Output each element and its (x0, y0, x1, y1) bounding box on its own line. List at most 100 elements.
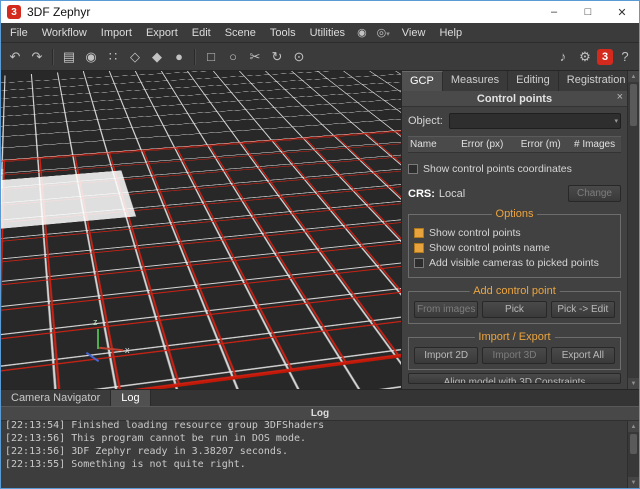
show-control-points-name-label: Show control points name (429, 242, 550, 254)
camera-menu-icon[interactable]: ◉ (352, 26, 372, 39)
control-points-list[interactable] (408, 153, 621, 160)
scroll-down-icon[interactable]: ▼ (628, 477, 639, 488)
scroll-up-icon[interactable]: ▲ (628, 71, 639, 82)
undo-icon[interactable]: ↶ (5, 47, 25, 67)
menu-export[interactable]: Export (139, 25, 185, 41)
tab-camera-navigator[interactable]: Camera Navigator (1, 390, 111, 406)
show-control-points-label: Show control points (429, 227, 521, 239)
right-panel: GCP Measures Editing Registration Contro… (401, 71, 639, 389)
menu-file[interactable]: File (3, 25, 35, 41)
column-error-px[interactable]: Error (px) (459, 139, 519, 150)
show-control-points-name-checkbox[interactable] (414, 243, 424, 253)
import-export-groupbox: Import / Export Import 2D Import 3D Expo… (408, 337, 621, 370)
change-crs-button[interactable]: Change (568, 185, 621, 202)
right-panel-scrollbar[interactable]: ▲ ▼ (627, 71, 639, 389)
tab-registration[interactable]: Registration (559, 71, 635, 91)
show-control-points-checkbox[interactable] (414, 228, 424, 238)
axis-gizmo: z x (79, 317, 129, 363)
tab-editing[interactable]: Editing (508, 71, 559, 91)
redo-icon[interactable]: ↷ (27, 47, 47, 67)
object-row: Object: ▾ (408, 113, 621, 129)
menu-edit[interactable]: Edit (185, 25, 218, 41)
magnifier-glyph: ◎ (377, 27, 387, 39)
mesh-icon[interactable]: ◇ (125, 47, 145, 67)
sound-icon[interactable]: ♪ (553, 47, 573, 67)
column-name[interactable]: Name (408, 139, 459, 150)
control-points-header: Control points × (402, 91, 627, 107)
cameras-icon[interactable]: ◉ (81, 47, 101, 67)
maximize-button[interactable]: □ (571, 1, 605, 23)
sphere-icon[interactable]: ● (169, 47, 189, 67)
textured-mesh-icon[interactable]: ◆ (147, 47, 167, 67)
add-visible-cameras-row: Add visible cameras to picked points (414, 257, 615, 269)
crs-row: CRS: Local Change (408, 185, 621, 202)
tab-gcp[interactable]: GCP (402, 71, 443, 91)
object-select[interactable]: ▾ (449, 113, 621, 129)
menu-view[interactable]: View (395, 25, 433, 41)
import-3d-button[interactable]: Import 3D (482, 347, 546, 364)
show-coordinates-row: Show control points coordinates (408, 163, 621, 175)
show-coordinates-label: Show control points coordinates (423, 163, 572, 175)
import-export-title: Import / Export (474, 331, 554, 343)
pick-button[interactable]: Pick (482, 301, 546, 318)
tab-log[interactable]: Log (111, 390, 150, 406)
right-panel-tabs: GCP Measures Editing Registration (402, 71, 627, 91)
toolbar-separator (194, 49, 196, 65)
scrollbar-track[interactable] (628, 82, 639, 378)
menu-scene[interactable]: Scene (218, 25, 263, 41)
help-icon[interactable]: ? (615, 47, 635, 67)
scrollbar-track[interactable] (628, 432, 639, 477)
brand-icon[interactable]: 3 (597, 49, 613, 65)
show-control-points-row: Show control points (414, 227, 615, 239)
app-window: 3 3DF Zephyr – □ ✕ File Workflow Import … (0, 0, 640, 489)
chevron-down-icon: ▾ (614, 117, 618, 125)
scroll-up-icon[interactable]: ▲ (628, 421, 639, 432)
log-content[interactable]: [22:13:54] Finished loading resource gro… (1, 419, 627, 488)
right-panel-content: GCP Measures Editing Registration Contro… (402, 71, 627, 389)
3d-viewport[interactable]: z x (1, 71, 401, 389)
menu-tools[interactable]: Tools (263, 25, 303, 41)
add-visible-cameras-checkbox[interactable] (414, 258, 424, 268)
zoom-icon[interactable]: ⊙ (289, 47, 309, 67)
highlighted-cells (1, 170, 136, 231)
grid-plane (1, 71, 401, 389)
window-title: 3DF Zephyr (27, 5, 90, 19)
pick-edit-button[interactable]: Pick -> Edit (551, 301, 615, 318)
minimize-button[interactable]: – (537, 1, 571, 23)
toolbar-separator (52, 49, 54, 65)
point-cloud-icon[interactable]: ∷ (103, 47, 123, 67)
menu-workflow[interactable]: Workflow (35, 25, 94, 41)
scroll-down-icon[interactable]: ▼ (628, 378, 639, 389)
workspace-icon[interactable]: ▤ (59, 47, 79, 67)
select-lasso-icon[interactable]: ○ (223, 47, 243, 67)
log-line: [22:13:56] 3DF Zephyr ready in 3.38207 s… (5, 445, 623, 458)
close-button[interactable]: ✕ (605, 1, 639, 23)
magnifier-menu-icon[interactable]: ◎▾ (372, 26, 395, 39)
from-images-button[interactable]: From images (414, 301, 478, 318)
tool-bar: ↶ ↷ ▤ ◉ ∷ ◇ ◆ ● □ ○ ✂ ↻ ⊙ ♪ ⚙ 3 ? (1, 43, 639, 71)
menu-import[interactable]: Import (94, 25, 139, 41)
scrollbar-thumb[interactable] (630, 434, 637, 454)
align-model-button[interactable]: Align model with 3D Constraints (408, 373, 621, 384)
log-panel: [22:13:54] Finished loading resource gro… (1, 421, 639, 488)
import-2d-button[interactable]: Import 2D (414, 347, 478, 364)
axis-x-label: x (125, 345, 130, 355)
chevron-down-icon: ▾ (386, 31, 390, 38)
menu-utilities[interactable]: Utilities (303, 25, 352, 41)
menu-help[interactable]: Help (432, 25, 469, 41)
table-header-row: Name Error (px) Error (m) # Images (408, 136, 621, 153)
scrollbar-thumb[interactable] (630, 84, 637, 126)
close-icon[interactable]: × (617, 91, 623, 103)
log-title: Log (311, 408, 329, 419)
tab-measures[interactable]: Measures (443, 71, 508, 91)
select-rect-icon[interactable]: □ (201, 47, 221, 67)
settings-icon[interactable]: ⚙ (575, 47, 595, 67)
export-all-button[interactable]: Export All (551, 347, 615, 364)
column-error-m[interactable]: Error (m) (519, 139, 572, 150)
options-groupbox: Options Show control points Show control… (408, 214, 621, 278)
show-coordinates-checkbox[interactable] (408, 164, 418, 174)
log-scrollbar[interactable]: ▲ ▼ (627, 421, 639, 488)
rotate-view-icon[interactable]: ↻ (267, 47, 287, 67)
column-images[interactable]: # Images (572, 139, 621, 150)
cut-icon[interactable]: ✂ (245, 47, 265, 67)
